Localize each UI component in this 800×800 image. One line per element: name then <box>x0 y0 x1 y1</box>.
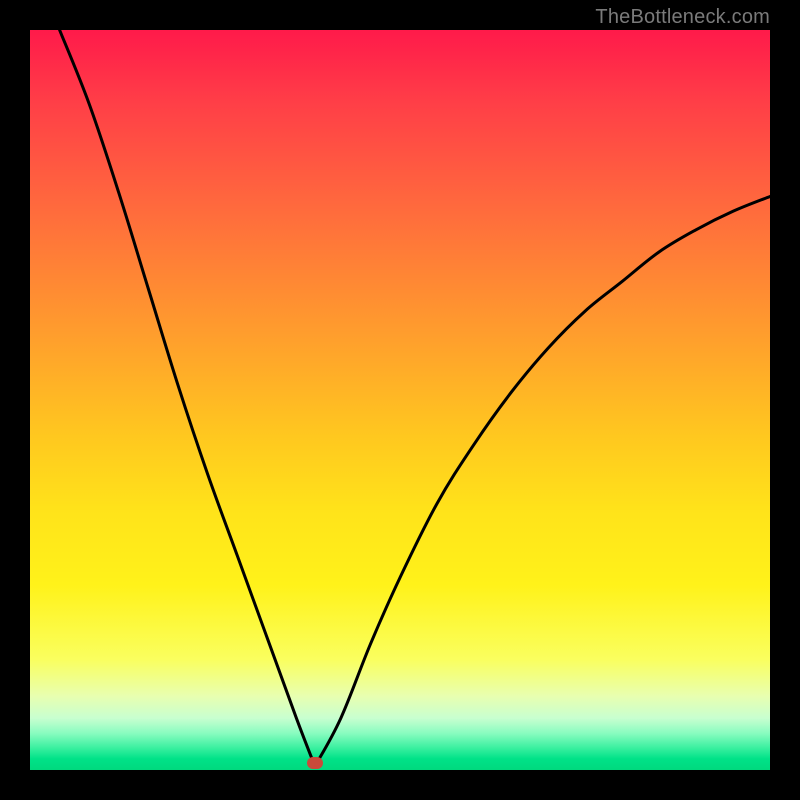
curve-left-branch <box>60 30 315 766</box>
curve-layer <box>30 30 770 770</box>
plot-area <box>30 30 770 770</box>
chart-frame: TheBottleneck.com <box>0 0 800 800</box>
optimal-point-marker <box>307 757 323 769</box>
curve-right-branch <box>315 197 770 767</box>
watermark-text: TheBottleneck.com <box>595 6 770 29</box>
